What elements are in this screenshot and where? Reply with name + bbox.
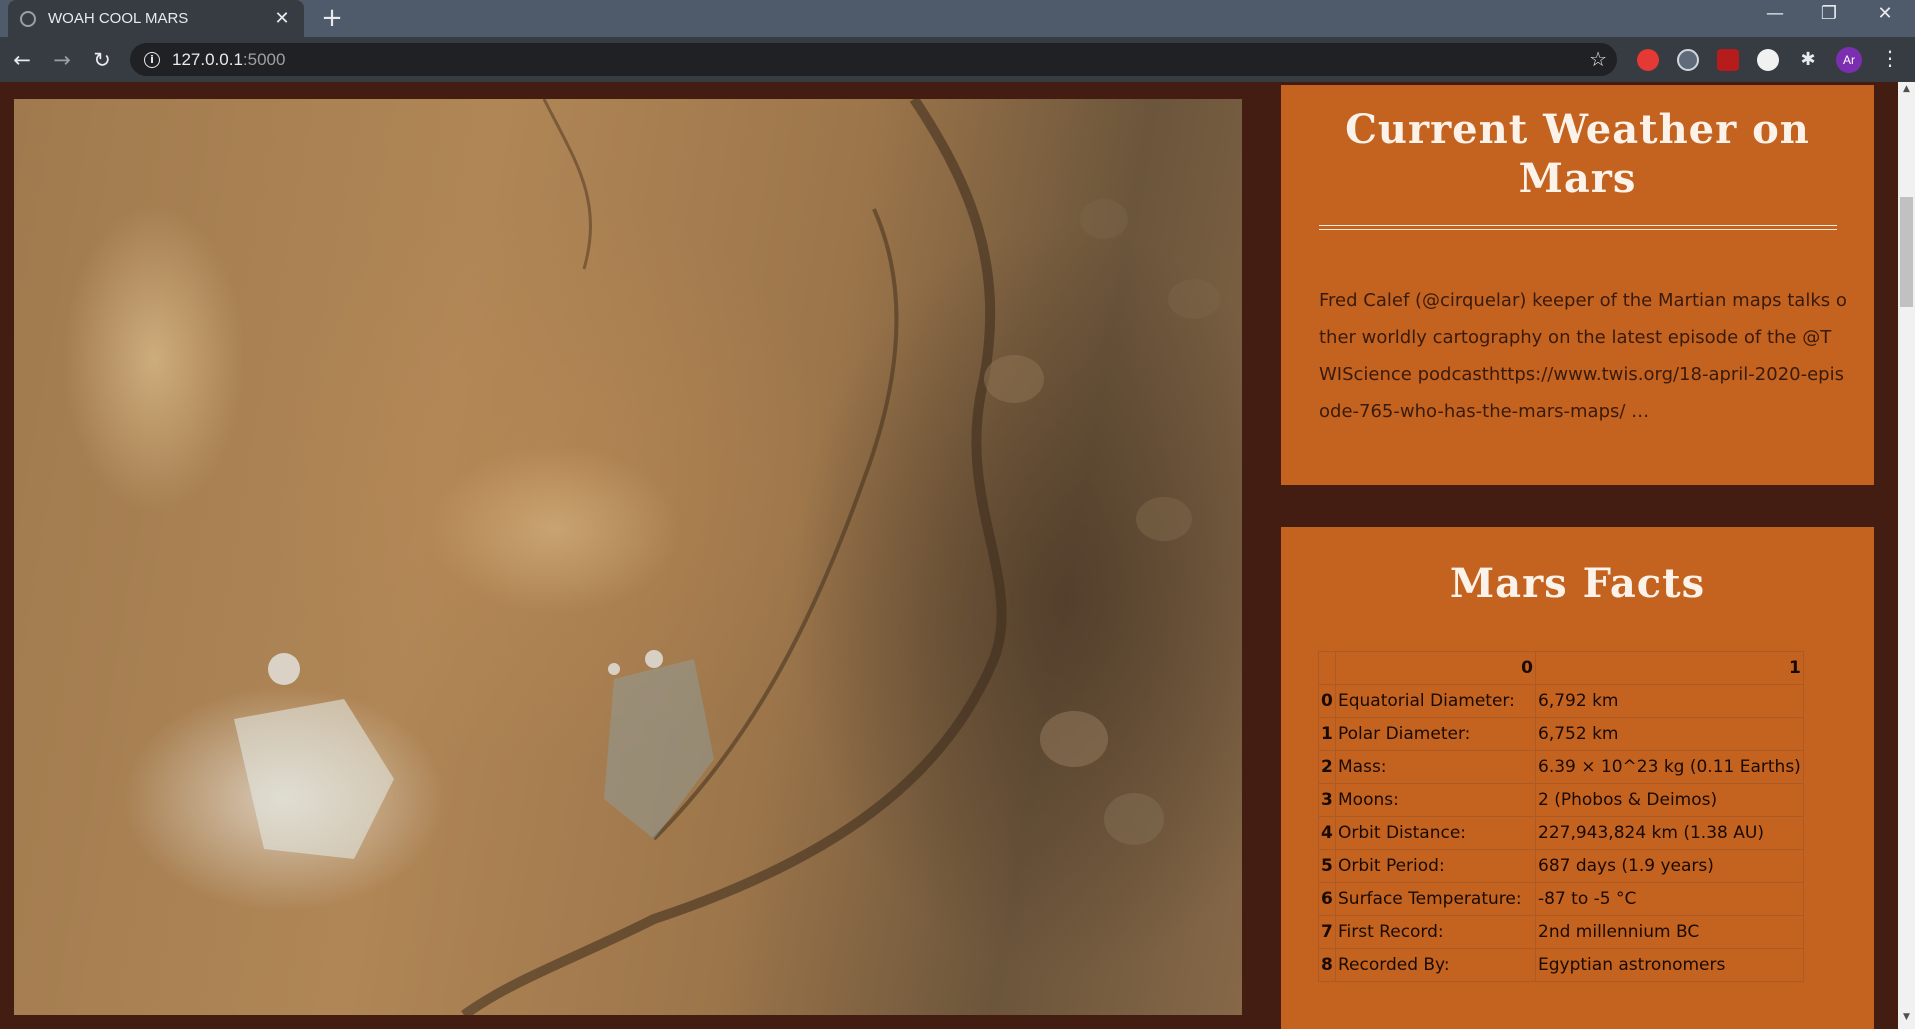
weather-card: Current Weather on Mars Fred Calef (@cir…	[1281, 85, 1874, 485]
ublock-icon[interactable]	[1717, 49, 1739, 71]
fact-label: First Record:	[1335, 915, 1536, 949]
forward-arrow-icon[interactable]: →	[48, 46, 76, 74]
header-index-cell	[1318, 651, 1336, 685]
table-row: 7 First Record: 2nd millennium BC	[1318, 915, 1804, 949]
mars-featured-image	[14, 99, 1242, 1015]
minimize-window-icon[interactable]: —	[1752, 0, 1798, 30]
scroll-up-arrow-icon[interactable]: ▲	[1898, 84, 1915, 98]
header-col-1: 1	[1535, 651, 1804, 685]
fact-value: 2nd millennium BC	[1535, 915, 1804, 949]
table-row: 4 Orbit Distance: 227,943,824 km (1.38 A…	[1318, 816, 1804, 850]
fact-label: Surface Temperature:	[1335, 882, 1536, 916]
table-row: 1 Polar Diameter: 6,752 km	[1318, 717, 1804, 751]
eyes-extension-icon[interactable]	[1677, 49, 1699, 71]
table-row: 6 Surface Temperature: -87 to -5 °C	[1318, 882, 1804, 916]
header-col-0: 0	[1335, 651, 1536, 685]
table-row: 0 Equatorial Diameter: 6,792 km	[1318, 684, 1804, 718]
fact-label: Equatorial Diameter:	[1335, 684, 1536, 718]
fact-value: 6,752 km	[1535, 717, 1804, 751]
reload-icon[interactable]: ↻	[88, 46, 116, 74]
close-window-icon[interactable]: ✕	[1862, 0, 1908, 30]
fact-label: Mass:	[1335, 750, 1536, 784]
rock-texture-icon	[234, 99, 1220, 1015]
row-index: 7	[1318, 915, 1336, 949]
table-row: 5 Orbit Period: 687 days (1.9 years)	[1318, 849, 1804, 883]
browser-tab-strip: WOAH COOL MARS ✕ + — ❐ ✕	[0, 0, 1915, 37]
fact-value: 6.39 × 10^23 kg (0.11 Earths)	[1535, 750, 1804, 784]
row-index: 1	[1318, 717, 1336, 751]
fact-label: Orbit Period:	[1335, 849, 1536, 883]
back-arrow-icon[interactable]: ←	[8, 46, 36, 74]
globe-extension-icon[interactable]	[1757, 49, 1779, 71]
row-index: 8	[1318, 948, 1336, 982]
weather-tweet-text: Fred Calef (@cirquelar) keeper of the Ma…	[1319, 290, 1847, 422]
fact-value: 2 (Phobos & Deimos)	[1535, 783, 1804, 817]
address-bar[interactable]: i 127.0.0.1:5000 ☆	[130, 43, 1617, 76]
browser-tab[interactable]: WOAH COOL MARS ✕	[8, 0, 304, 37]
row-index: 5	[1318, 849, 1336, 883]
fact-value: Egyptian astronomers	[1535, 948, 1804, 982]
scrollbar-thumb[interactable]	[1900, 197, 1913, 307]
fact-label: Recorded By:	[1335, 948, 1536, 982]
weather-title: Current Weather on Mars	[1345, 106, 1810, 202]
row-index: 6	[1318, 882, 1336, 916]
facts-table: 0 1 0 Equatorial Diameter: 6,792 km 1 Po…	[1318, 651, 1804, 982]
browser-menu-icon[interactable]: ⋮	[1880, 46, 1900, 70]
new-tab-button[interactable]: +	[318, 4, 346, 32]
fact-value: 6,792 km	[1535, 684, 1804, 718]
facts-title: Mars Facts	[1449, 560, 1706, 607]
fact-value: 227,943,824 km (1.38 AU)	[1535, 816, 1804, 850]
url-text: 127.0.0.1:5000	[172, 50, 285, 70]
restore-window-icon[interactable]: ❐	[1806, 0, 1852, 30]
mars-facts-card: Mars Facts 0 1 0 Equatorial Diameter: 6,…	[1281, 527, 1874, 1029]
row-index: 0	[1318, 684, 1336, 718]
fact-label: Moons:	[1335, 783, 1536, 817]
fact-label: Orbit Distance:	[1335, 816, 1536, 850]
fact-value: 687 days (1.9 years)	[1535, 849, 1804, 883]
bookmark-star-icon[interactable]: ☆	[1589, 47, 1607, 71]
puzzle-icon[interactable]: ✱	[1797, 49, 1819, 71]
table-row: 2 Mass: 6.39 × 10^23 kg (0.11 Earths)	[1318, 750, 1804, 784]
tab-close-icon[interactable]: ✕	[272, 8, 292, 29]
site-info-icon[interactable]: i	[144, 51, 160, 68]
table-row: 3 Moons: 2 (Phobos & Deimos)	[1318, 783, 1804, 817]
row-index: 2	[1318, 750, 1336, 784]
browser-toolbar: ← → ↻ i 127.0.0.1:5000 ☆ ✱ Ar ⋮	[0, 37, 1915, 82]
row-index: 3	[1318, 783, 1336, 817]
fact-value: -87 to -5 °C	[1535, 882, 1804, 916]
fact-label: Polar Diameter:	[1335, 717, 1536, 751]
facts-header-row: 0 1	[1318, 651, 1804, 685]
title-divider	[1319, 225, 1837, 230]
table-row: 8 Recorded By: Egyptian astronomers	[1318, 948, 1804, 982]
tab-title: WOAH COOL MARS	[48, 10, 189, 27]
row-index: 4	[1318, 816, 1336, 850]
adblock-icon[interactable]	[1637, 49, 1659, 71]
avatar[interactable]: Ar	[1836, 47, 1862, 73]
globe-favicon-icon	[20, 10, 36, 27]
url-port: :5000	[242, 49, 286, 69]
url-host: 127.0.0.1	[172, 49, 243, 69]
scroll-down-arrow-icon[interactable]: ▼	[1898, 1012, 1915, 1026]
